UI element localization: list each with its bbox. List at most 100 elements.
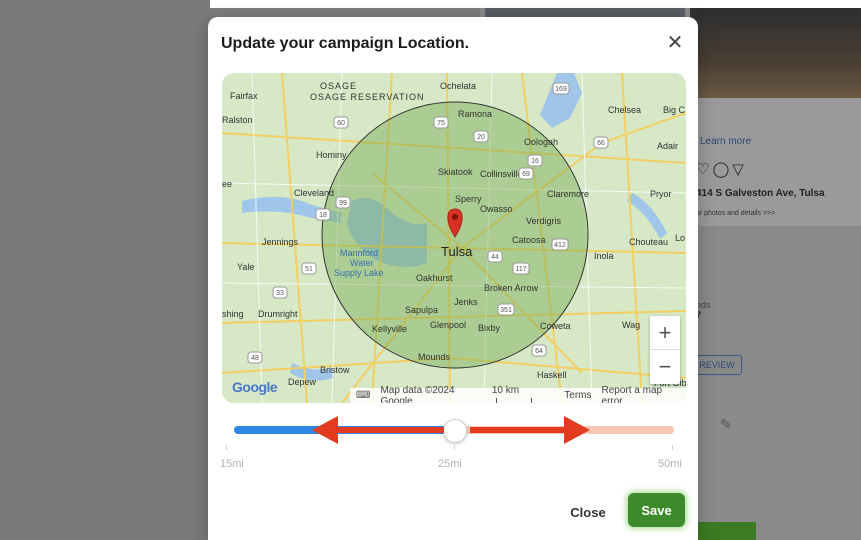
label-lo: Lo xyxy=(675,233,685,243)
social-icons: ♡◯▽ xyxy=(696,161,747,178)
label-hominy: Hominy xyxy=(316,150,347,160)
label-fairfax: Fairfax xyxy=(230,91,258,101)
svg-text:66: 66 xyxy=(597,140,605,147)
property-address: 414 S Galveston Ave, Tulsa xyxy=(696,188,825,199)
label-collinsville: Collinsville xyxy=(480,169,523,179)
label-bristow: Bristow xyxy=(320,365,350,375)
terms-link[interactable]: Terms xyxy=(564,390,591,401)
label-verdigris: Verdigris xyxy=(526,216,562,226)
svg-text:351: 351 xyxy=(500,307,512,314)
label-owasso: Owasso xyxy=(480,204,513,214)
label-pryor: Pryor xyxy=(650,189,672,199)
label-oologah: Oologah xyxy=(524,137,558,147)
label-sperry: Sperry xyxy=(455,194,482,204)
label-chelsea: Chelsea xyxy=(608,105,641,115)
label-jennings: Jennings xyxy=(262,237,299,247)
label-osage: OSAGE xyxy=(320,81,357,91)
learn-more-link[interactable]: Learn more xyxy=(700,136,751,147)
svg-text:16: 16 xyxy=(531,158,539,165)
side-label-text: eds xyxy=(696,300,711,310)
svg-text:64: 64 xyxy=(535,348,543,355)
label-mannford: Mannford xyxy=(340,248,378,258)
slider-tick-max xyxy=(672,445,673,450)
left-arrow-shaft xyxy=(336,427,444,433)
label-haskell: Haskell xyxy=(537,370,567,380)
svg-text:51: 51 xyxy=(305,266,313,273)
label-ralston: Ralston xyxy=(222,115,253,125)
map-attribution-bar: ⌨ Map data ©2024 Google 10 km Terms Repo… xyxy=(350,384,686,404)
background-green-button[interactable] xyxy=(690,522,756,540)
svg-text:44: 44 xyxy=(491,254,499,261)
background-left-panel xyxy=(0,0,210,540)
label-water: Water xyxy=(350,258,374,268)
scale-bar xyxy=(495,397,532,403)
save-button[interactable]: Save xyxy=(628,493,685,527)
label-glenpool: Glenpool xyxy=(430,320,466,330)
label-yale: Yale xyxy=(237,262,254,272)
slider-label-min: 15mi xyxy=(220,458,244,470)
slider-label-mid: 25mi xyxy=(438,458,462,470)
slider-label-max: 50mi xyxy=(658,458,682,470)
property-subtext: ar photos and details >>> xyxy=(696,210,776,217)
review-button[interactable]: REVIEW xyxy=(692,355,742,375)
right-arrow-icon xyxy=(564,416,590,444)
map-canvas: OSAGE OSAGE RESERVATION Ochelata Fairfax… xyxy=(222,73,686,403)
label-oakhurst: Oakhurst xyxy=(416,273,453,283)
svg-text:18: 18 xyxy=(319,212,327,219)
svg-text:99: 99 xyxy=(339,200,347,207)
property-image xyxy=(690,8,861,98)
label-bixby: Bixby xyxy=(478,323,501,333)
edit-icon[interactable]: ✎ xyxy=(720,416,732,433)
close-icon[interactable]: ✕ xyxy=(664,31,686,54)
label-skiatook: Skiatook xyxy=(438,167,473,177)
label-ee: ee xyxy=(222,179,232,189)
side-label: eds 7 xyxy=(696,300,711,320)
radius-slider-thumb[interactable] xyxy=(443,419,467,443)
svg-text:60: 60 xyxy=(337,120,345,127)
report-map-error-link[interactable]: Report a map error xyxy=(602,385,680,404)
label-big-c: Big C xyxy=(663,105,686,115)
label-mounds: Mounds xyxy=(418,352,451,362)
label-catoosa: Catoosa xyxy=(512,235,546,245)
svg-text:117: 117 xyxy=(515,266,526,273)
svg-text:33: 33 xyxy=(276,290,284,297)
label-tulsa: Tulsa xyxy=(441,244,473,259)
modal-title: Update your campaign Location. xyxy=(221,35,470,52)
svg-text:69: 69 xyxy=(522,171,530,178)
close-button[interactable]: Close xyxy=(560,499,616,525)
label-ochelata: Ochelata xyxy=(440,81,476,91)
map-scale[interactable]: 10 km xyxy=(491,384,554,403)
slider-tick-mid xyxy=(454,445,455,450)
google-logo: Google xyxy=(232,379,278,395)
label-osage-reservation: OSAGE RESERVATION xyxy=(310,92,425,102)
slider-tick-min xyxy=(226,445,227,450)
zoom-out-button[interactable]: − xyxy=(650,350,680,383)
label-depew: Depew xyxy=(288,377,317,387)
label-adair: Adair xyxy=(657,141,678,151)
svg-text:48: 48 xyxy=(251,355,259,362)
svg-text:169: 169 xyxy=(555,86,567,93)
label-drumright: Drumright xyxy=(258,309,298,319)
zoom-in-button[interactable]: + xyxy=(650,316,680,350)
zoom-controls: + − xyxy=(650,316,680,384)
label-coweta: Coweta xyxy=(540,321,571,331)
label-sapulpa: Sapulpa xyxy=(405,305,438,315)
label-cleveland: Cleveland xyxy=(294,188,334,198)
left-arrow-icon xyxy=(312,416,338,444)
label-chouteau: Chouteau xyxy=(629,237,668,247)
map-scale-label: 10 km xyxy=(491,384,520,396)
label-shing: shing xyxy=(222,309,244,319)
right-arrow-shaft xyxy=(470,427,566,433)
label-supply-lake: Supply Lake xyxy=(334,268,384,278)
location-modal: Update your campaign Location. ✕ OSAGE O… xyxy=(208,17,698,540)
label-inola: Inola xyxy=(594,251,614,261)
label-ramona: Ramona xyxy=(458,109,492,119)
label-jenks: Jenks xyxy=(454,297,478,307)
label-wag: Wag xyxy=(622,320,640,330)
map-view[interactable]: OSAGE OSAGE RESERVATION Ochelata Fairfax… xyxy=(222,73,686,403)
keyboard-shortcuts-icon[interactable]: ⌨ xyxy=(356,390,370,401)
map-data-attribution: Map data ©2024 Google xyxy=(380,384,455,404)
svg-text:75: 75 xyxy=(437,120,445,127)
svg-text:412: 412 xyxy=(554,242,566,249)
label-kellyville: Kellyville xyxy=(372,324,407,334)
